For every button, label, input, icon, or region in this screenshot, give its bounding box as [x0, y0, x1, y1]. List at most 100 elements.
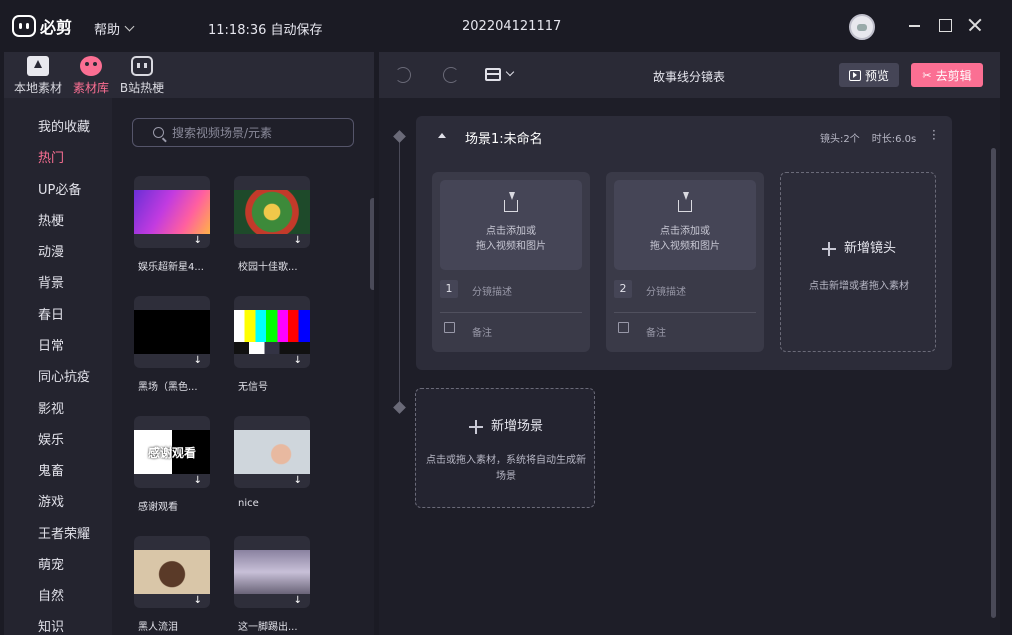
download-icon[interactable]: ↓: [194, 595, 202, 606]
category-item[interactable]: 鬼畜: [38, 460, 64, 479]
shot-description-field[interactable]: 分镜描述: [646, 283, 686, 298]
shot-count: 镜头:2个: [820, 134, 860, 145]
minimize-icon[interactable]: [906, 16, 924, 34]
tab-local-material[interactable]: 本地素材: [12, 54, 64, 96]
avatar[interactable]: [849, 14, 875, 40]
undo-icon[interactable]: [395, 67, 411, 83]
category-item[interactable]: 同心抗疫: [38, 366, 90, 385]
media-thumbnail[interactable]: ↓: [234, 536, 310, 608]
scrollbar[interactable]: [370, 198, 374, 290]
category-item[interactable]: 背景: [38, 272, 64, 291]
import-icon: [678, 192, 692, 212]
note-icon: [444, 322, 455, 333]
material-panel: 本地素材 素材库 B站热梗 我的收藏 热门 UP必备 热梗 动漫 背景 春日 日…: [4, 52, 374, 635]
divider: [614, 312, 756, 313]
help-menu[interactable]: 帮助: [94, 19, 135, 38]
category-item[interactable]: 王者荣耀: [38, 523, 90, 542]
maximize-icon[interactable]: [936, 16, 954, 34]
shot-drop-zone[interactable]: 点击添加或 拖入视频和图片: [440, 180, 582, 270]
shot-number: 2: [614, 280, 632, 298]
media-thumbnail[interactable]: ↓: [234, 296, 310, 368]
more-options-icon[interactable]: · · ·: [932, 125, 936, 145]
add-shot-button[interactable]: 新增镜头 点击新增或者拖入素材: [780, 172, 936, 352]
shot-note-field[interactable]: 备注: [472, 324, 492, 339]
shot-description-field[interactable]: 分镜描述: [472, 283, 512, 298]
category-item[interactable]: 日常: [38, 335, 64, 354]
category-item[interactable]: 自然: [38, 585, 64, 604]
search-input[interactable]: [172, 125, 342, 140]
search-icon: [153, 127, 164, 138]
search-box[interactable]: [132, 118, 354, 147]
media-thumbnail[interactable]: ↓: [234, 416, 310, 488]
media-label: 无信号: [238, 382, 268, 393]
download-icon[interactable]: ↓: [294, 595, 302, 606]
shot-drop-zone[interactable]: 点击添加或 拖入视频和图片: [614, 180, 756, 270]
category-item[interactable]: 热梗: [38, 210, 64, 229]
download-icon[interactable]: ↓: [194, 475, 202, 486]
media-thumbnail[interactable]: ↓: [134, 176, 210, 248]
media-thumbnail[interactable]: 感谢观看 ↓: [134, 416, 210, 488]
category-item[interactable]: UP必备: [38, 179, 81, 198]
download-icon[interactable]: ↓: [194, 355, 202, 366]
category-item[interactable]: 娱乐: [38, 429, 64, 448]
thumbnail-image: [134, 550, 210, 594]
project-name[interactable]: 202204121117: [462, 19, 561, 34]
material-library-icon: [80, 56, 102, 76]
media-label: 黑场（黑色...: [138, 382, 198, 393]
category-item[interactable]: 游戏: [38, 491, 64, 510]
drop-hint: 拖入视频和图片: [650, 241, 720, 252]
help-menu-label: 帮助: [94, 23, 121, 38]
scrollbar[interactable]: [991, 148, 996, 618]
scene-card: 场景1:未命名 镜头:2个 时长:6.0s · · · 点击添加或 拖入视频和图片 …: [416, 116, 952, 370]
category-item[interactable]: 我的收藏: [38, 116, 90, 135]
shot-note-field[interactable]: 备注: [646, 324, 666, 339]
drop-hint: 拖入视频和图片: [476, 241, 546, 252]
tab-material-library[interactable]: 素材库: [70, 54, 112, 96]
thumbnail-overlay-text: 感谢观看: [147, 445, 196, 460]
scene-duration: 时长:6.0s: [871, 134, 917, 145]
storyboard-toolbar: 故事线分镜表 预览 ✂ 去剪辑: [379, 52, 1000, 98]
thumbnail-image: [234, 550, 310, 594]
plus-icon: [821, 241, 836, 256]
scene-title[interactable]: 场景1:未命名: [465, 128, 543, 147]
category-item[interactable]: 热门: [38, 147, 64, 166]
category-item[interactable]: 春日: [38, 304, 64, 323]
drop-hint: 点击添加或: [660, 226, 710, 237]
redo-icon[interactable]: [443, 67, 459, 83]
layout-icon[interactable]: [485, 68, 501, 81]
drop-hint: 点击添加或: [486, 226, 536, 237]
add-shot-title: 新增镜头: [781, 237, 937, 256]
add-scene-button[interactable]: 新增场景 点击或拖入素材，系统将自动生成新场景: [415, 388, 595, 508]
media-thumbnail[interactable]: ↓: [134, 536, 210, 608]
download-icon[interactable]: ↓: [194, 235, 202, 246]
thumbnail-image: [234, 430, 310, 474]
media-grid: ↓ 娱乐超新星4... ↓ 校园十佳歌... ↓ 黑场（黑色... ↓ 无信号 …: [112, 98, 374, 635]
thumbnail-image: [134, 190, 210, 234]
category-item[interactable]: 知识: [38, 616, 64, 635]
chevron-down-icon[interactable]: [505, 67, 515, 77]
collapse-icon[interactable]: [438, 133, 446, 138]
upload-folder-icon: [27, 56, 49, 76]
shot-card: 点击添加或 拖入视频和图片 2 分镜描述 备注: [606, 172, 764, 352]
download-icon[interactable]: ↓: [294, 355, 302, 366]
title-bar: 必剪 帮助 11:18:36 自动保存 202204121117: [0, 0, 1012, 52]
media-label: 娱乐超新星4...: [138, 262, 204, 273]
go-edit-button[interactable]: ✂ 去剪辑: [911, 63, 983, 87]
tab-bilibili-memes[interactable]: B站热梗: [118, 54, 166, 96]
download-icon[interactable]: ↓: [294, 475, 302, 486]
category-item[interactable]: 萌宠: [38, 554, 64, 573]
storyboard-panel: 故事线分镜表 预览 ✂ 去剪辑 场景1:未命名 镜头:2个 时长:6.0s · ·…: [379, 52, 1000, 635]
download-icon[interactable]: ↓: [294, 235, 302, 246]
thumbnail-image: [234, 310, 310, 354]
add-scene-title: 新增场景: [416, 415, 596, 434]
media-thumbnail[interactable]: ↓: [234, 176, 310, 248]
category-item[interactable]: 影视: [38, 398, 64, 417]
play-icon: [848, 69, 861, 81]
tab-label: 本地素材: [13, 81, 62, 95]
shot-card: 点击添加或 拖入视频和图片 1 分镜描述 备注: [432, 172, 590, 352]
media-thumbnail[interactable]: ↓: [134, 296, 210, 368]
chevron-down-icon: [124, 21, 135, 32]
close-icon[interactable]: [966, 16, 984, 34]
category-item[interactable]: 动漫: [38, 241, 64, 260]
preview-button[interactable]: 预览: [839, 63, 899, 87]
